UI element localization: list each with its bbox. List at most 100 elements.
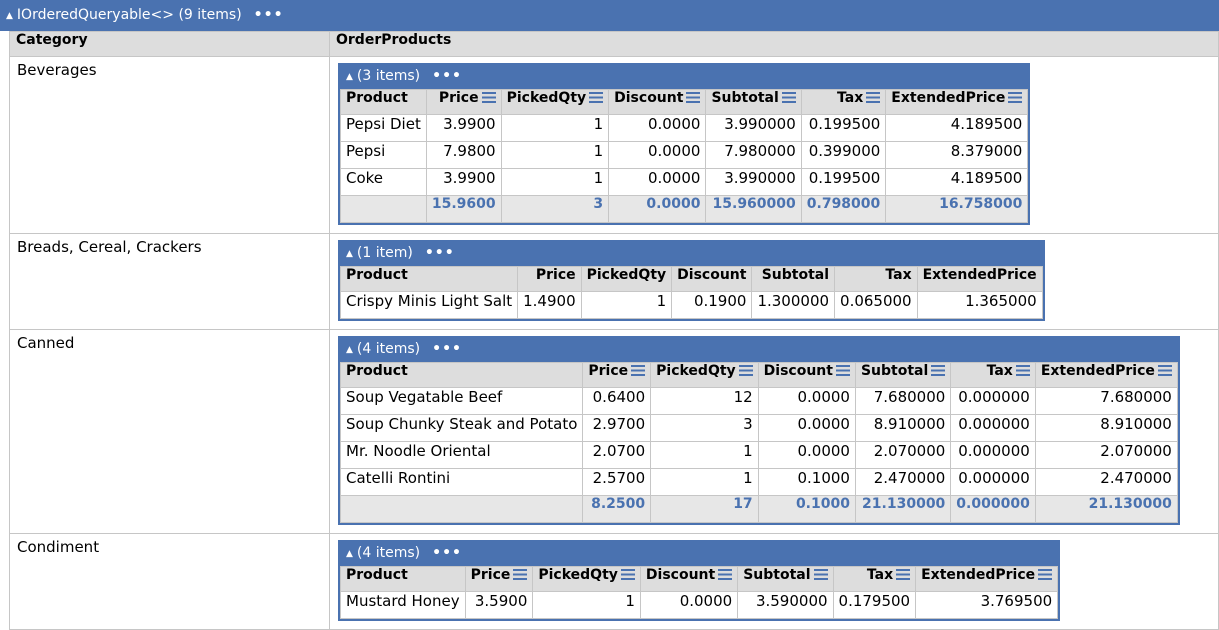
column-menu-icon[interactable] — [686, 92, 701, 103]
collapse-triangle-icon[interactable]: ▲ — [346, 72, 353, 82]
value-cell: 7.680000 — [854, 387, 952, 415]
total-cell: 0.000000 — [950, 495, 1036, 523]
nested-result: ▲ (4 items) ••• Product Price PickedQty Discou… — [338, 336, 1180, 525]
column-menu-icon[interactable] — [835, 365, 850, 376]
value-cell: 0.1000 — [757, 468, 856, 496]
nested-header-row: Product Price PickedQty Discount Subtotal Tax… — [340, 566, 1059, 592]
column-header-orderproducts[interactable]: OrderProducts — [329, 31, 1219, 57]
column-header-subtotal[interactable]: Subtotal — [737, 566, 834, 592]
column-menu-icon[interactable] — [1157, 365, 1172, 376]
table-row: Mustard Honey 3.5900 1 0.0000 3.590000 0.1795… — [340, 591, 1059, 619]
column-menu-icon[interactable] — [738, 365, 753, 376]
value-cell: 3.990000 — [705, 114, 802, 142]
value-cell: 0.0000 — [757, 441, 856, 469]
value-cell: 3.9900 — [425, 168, 502, 196]
nested-result: ▲ (3 items) ••• Product Price PickedQty Discou… — [338, 63, 1031, 225]
column-menu-icon[interactable] — [813, 569, 828, 580]
column-header-extendedprice[interactable]: ExtendedPrice — [1034, 362, 1178, 388]
column-header-category[interactable]: Category — [9, 31, 330, 57]
nested-header-bar[interactable]: ▲ (4 items) ••• — [340, 540, 1059, 566]
column-header-label: ExtendedPrice — [1040, 363, 1155, 379]
more-options-icon[interactable]: ••• — [432, 68, 462, 84]
column-header-product[interactable]: Product — [339, 266, 519, 292]
value-cell: 3.590000 — [737, 591, 834, 619]
nested-header-bar[interactable]: ▲ (3 items) ••• — [340, 63, 1029, 89]
total-cell: 15.9600 — [425, 195, 502, 223]
collapse-triangle-icon[interactable]: ▲ — [346, 249, 353, 259]
column-menu-icon[interactable] — [718, 569, 733, 580]
value-cell: 2.070000 — [854, 441, 952, 469]
more-options-icon[interactable]: ••• — [425, 245, 455, 261]
column-header-price[interactable]: Price — [582, 362, 652, 388]
column-header-tax[interactable]: Tax — [950, 362, 1036, 388]
column-header-pickedqty[interactable]: PickedQty — [500, 89, 610, 115]
column-header-extendedprice[interactable]: ExtendedPrice — [885, 89, 1029, 115]
column-header-price[interactable]: Price — [464, 566, 534, 592]
column-header-discount[interactable]: Discount — [671, 266, 753, 292]
column-header-label: ExtendedPrice — [921, 567, 1036, 583]
column-header-discount[interactable]: Discount — [757, 362, 856, 388]
value-cell: 2.470000 — [1034, 468, 1178, 496]
nested-result: ▲ (4 items) ••• Product Price PickedQty Discou… — [338, 540, 1061, 621]
column-header-tax[interactable]: Tax — [834, 266, 918, 292]
collapse-triangle-icon[interactable]: ▲ — [346, 345, 353, 355]
column-menu-icon[interactable] — [896, 569, 911, 580]
value-cell: 1.4900 — [517, 291, 582, 319]
column-header-price[interactable]: Price — [517, 266, 582, 292]
column-menu-icon[interactable] — [781, 92, 796, 103]
column-menu-icon[interactable] — [589, 92, 604, 103]
column-header-pickedqty[interactable]: PickedQty — [580, 266, 673, 292]
column-header-discount[interactable]: Discount — [639, 566, 739, 592]
value-cell: 1 — [650, 441, 759, 469]
column-header-tax[interactable]: Tax — [832, 566, 917, 592]
total-cell: 15.960000 — [705, 195, 802, 223]
value-cell: 0.1900 — [671, 291, 753, 319]
column-header-product[interactable]: Product — [340, 89, 427, 115]
column-header-label: Discount — [614, 90, 684, 106]
column-menu-icon[interactable] — [1008, 92, 1023, 103]
column-menu-icon[interactable] — [1038, 569, 1053, 580]
column-header-subtotal[interactable]: Subtotal — [705, 89, 802, 115]
column-menu-icon[interactable] — [481, 92, 496, 103]
column-header-product[interactable]: Product — [339, 362, 584, 388]
column-menu-icon[interactable] — [513, 569, 528, 580]
column-menu-icon[interactable] — [1015, 365, 1030, 376]
group-row: Breads, Cereal, Crackers ▲ (1 item) ••• Prod… — [9, 233, 1219, 330]
column-header-tax[interactable]: Tax — [800, 89, 887, 115]
column-menu-icon[interactable] — [866, 92, 881, 103]
value-cell: 0.000000 — [950, 468, 1036, 496]
column-header-product[interactable]: Product — [340, 566, 466, 592]
value-cell: 3.769500 — [915, 591, 1059, 619]
more-options-icon[interactable]: ••• — [432, 341, 462, 357]
more-options-icon[interactable]: ••• — [432, 545, 462, 561]
column-menu-icon[interactable] — [931, 365, 946, 376]
column-header-pickedqty[interactable]: PickedQty — [532, 566, 641, 592]
column-header-discount[interactable]: Discount — [608, 89, 707, 115]
column-header-price[interactable]: Price — [425, 89, 502, 115]
value-cell: 0.0000 — [757, 414, 856, 442]
collapse-triangle-icon[interactable]: ▲ — [346, 549, 353, 559]
table-row: Catelli Rontini 2.5700 1 0.1000 2.470000 0.00… — [339, 468, 1178, 496]
group-row: Beverages ▲ (3 items) ••• Product Price Picked… — [9, 56, 1219, 234]
total-cell: 0.1000 — [757, 495, 856, 523]
nested-table: Product Price PickedQty Discount Subtotal Tax… — [340, 89, 1029, 223]
nested-header-bar[interactable]: ▲ (1 item) ••• — [340, 240, 1043, 266]
column-header-extendedprice[interactable]: ExtendedPrice — [916, 266, 1043, 292]
product-cell: Pepsi Diet — [340, 114, 427, 142]
column-header-subtotal[interactable]: Subtotal — [751, 266, 836, 292]
more-options-icon[interactable]: ••• — [254, 7, 284, 23]
collapse-triangle-icon[interactable]: ▲ — [6, 11, 13, 21]
totals-row: 8.2500 17 0.1000 21.130000 0.000000 21.130000 — [339, 495, 1178, 523]
nested-header-bar[interactable]: ▲ (4 items) ••• — [340, 336, 1178, 362]
value-cell: 2.0700 — [582, 441, 652, 469]
value-cell: 1 — [580, 291, 673, 319]
column-header-label: Price — [438, 90, 479, 106]
column-header-pickedqty[interactable]: PickedQty — [650, 362, 759, 388]
value-cell: 0.0000 — [608, 114, 707, 142]
column-header-subtotal[interactable]: Subtotal — [854, 362, 952, 388]
result-header-bar[interactable]: ▲ IOrderedQueryable<> (9 items) ••• — [0, 0, 1219, 31]
column-header-extendedprice[interactable]: ExtendedPrice — [915, 566, 1059, 592]
value-cell: 1 — [650, 468, 759, 496]
column-menu-icon[interactable] — [620, 569, 635, 580]
column-menu-icon[interactable] — [631, 365, 646, 376]
